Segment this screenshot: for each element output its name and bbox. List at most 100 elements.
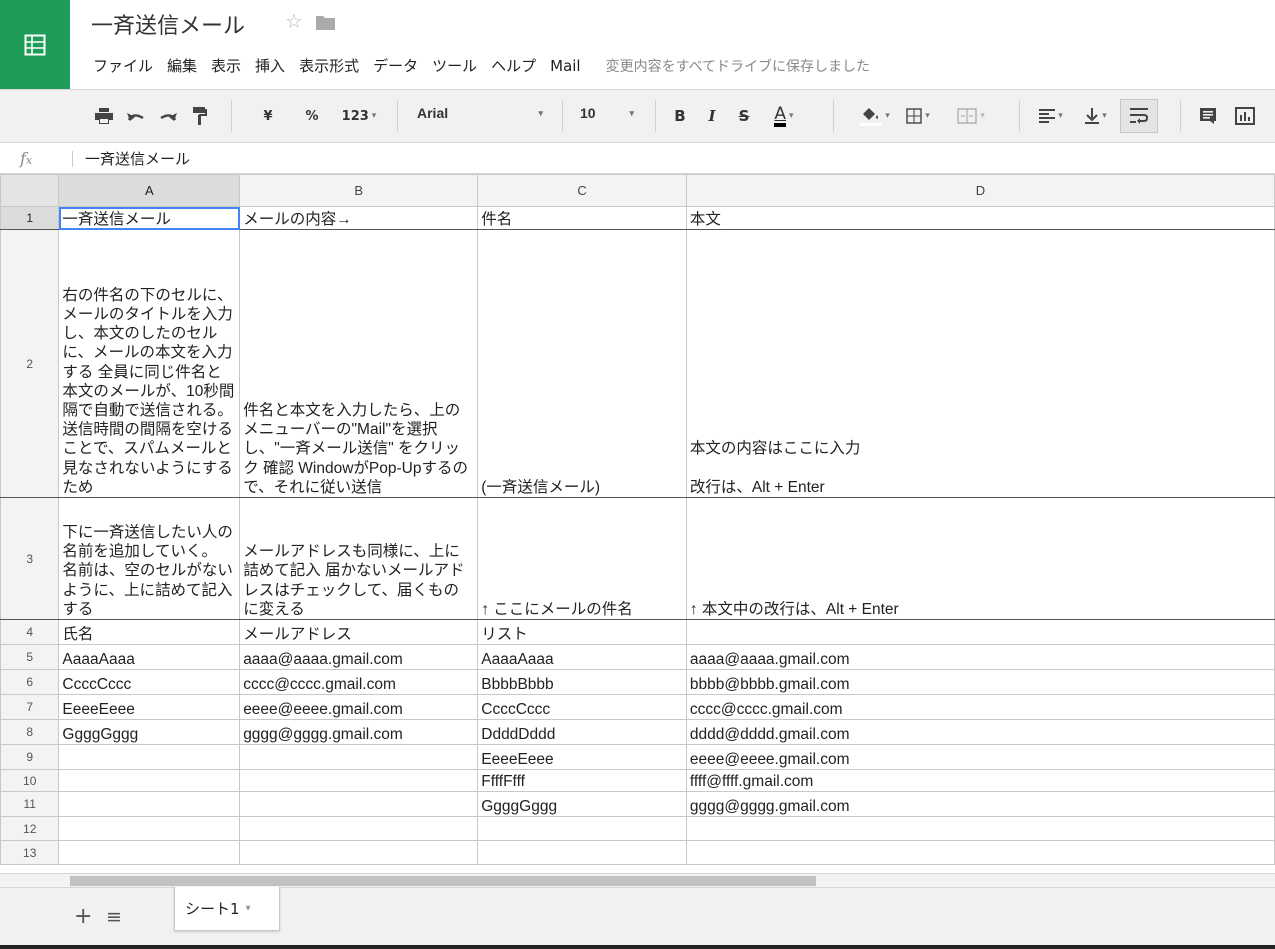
cell-b6[interactable]: cccc@cccc.gmail.com	[239, 669, 479, 695]
cell-d7[interactable]: cccc@cccc.gmail.com	[685, 694, 1275, 720]
menu-help[interactable]: ヘルプ	[484, 53, 543, 79]
cell-c11[interactable]: GgggGggg	[477, 791, 687, 817]
cell-c4[interactable]: リスト	[477, 619, 687, 645]
cell-d11[interactable]: gggg@gggg.gmail.com	[685, 791, 1275, 817]
cell-b8[interactable]: gggg@gggg.gmail.com	[239, 719, 479, 745]
cell-a5[interactable]: AaaaAaaa	[58, 644, 241, 670]
chevron-down-icon[interactable]: ▾	[246, 903, 251, 914]
percent-format-button[interactable]: %	[302, 90, 322, 142]
row-header[interactable]: 10	[0, 769, 60, 792]
all-sheets-menu-icon[interactable]: ≡	[106, 906, 122, 928]
cell-d1[interactable]: 本文	[685, 206, 1275, 230]
undo-icon[interactable]	[124, 90, 148, 142]
cell-c9[interactable]: EeeeEeee	[477, 744, 687, 770]
cell-b12[interactable]	[239, 816, 479, 841]
sheets-logo-icon[interactable]	[0, 0, 70, 89]
column-header-d[interactable]: D	[685, 174, 1275, 207]
cell-a2[interactable]: 右の件名の下のセルに、メールのタイトルを入力し、本文のしたのセルに、メールの本文…	[58, 229, 241, 498]
cell-a13[interactable]	[58, 840, 241, 865]
cell-d5[interactable]: aaaa@aaaa.gmail.com	[685, 644, 1275, 670]
menu-insert[interactable]: 挿入	[248, 53, 292, 79]
wrap-text-button[interactable]	[1120, 99, 1158, 133]
redo-icon[interactable]	[156, 90, 180, 142]
italic-button[interactable]: I	[702, 90, 722, 142]
currency-format-button[interactable]: ¥	[258, 90, 278, 142]
cell-d12[interactable]	[685, 816, 1275, 841]
paint-format-icon[interactable]	[188, 90, 212, 142]
cell-a6[interactable]: CcccCccc	[58, 669, 241, 695]
bold-button[interactable]: B	[670, 90, 690, 142]
insert-chart-icon[interactable]	[1230, 90, 1260, 142]
row-header[interactable]: 13	[0, 840, 60, 865]
cell-b13[interactable]	[239, 840, 479, 865]
row-header[interactable]: 5	[0, 644, 60, 670]
cell-b4[interactable]: メールアドレス	[239, 619, 479, 645]
row-header[interactable]: 2	[0, 229, 60, 498]
cell-a4[interactable]: 氏名	[58, 619, 241, 645]
menu-file[interactable]: ファイル	[86, 53, 160, 79]
cell-c10[interactable]: FfffFfff	[477, 769, 687, 792]
star-icon[interactable]: ☆	[285, 9, 303, 33]
cell-b7[interactable]: eeee@eeee.gmail.com	[239, 694, 479, 720]
cell-d4[interactable]	[685, 619, 1275, 645]
cell-b2[interactable]: 件名と本文を入力したら、上のメニューバーの"Mail"を選択し、"一斉メール送信…	[239, 229, 479, 498]
cell-a9[interactable]	[58, 744, 241, 770]
menu-view[interactable]: 表示	[204, 53, 248, 79]
horizontal-scrollbar[interactable]	[0, 873, 1275, 887]
borders-button[interactable]: ▾	[898, 90, 938, 142]
row-header[interactable]: 7	[0, 694, 60, 720]
menu-data[interactable]: データ	[366, 53, 425, 79]
font-size-select[interactable]: 10 ▾	[580, 105, 640, 127]
cell-c3[interactable]: ↑ ここにメールの件名	[477, 497, 687, 620]
column-header-a[interactable]: A	[58, 174, 241, 207]
cell-c1[interactable]: 件名	[477, 206, 687, 230]
cell-b10[interactable]	[239, 769, 479, 792]
insert-comment-icon[interactable]	[1196, 90, 1220, 142]
fill-color-button[interactable]: ▾	[852, 90, 898, 142]
sheet-tab[interactable]: シート1 ▾	[174, 887, 280, 931]
cell-a8[interactable]: GgggGggg	[58, 719, 241, 745]
cell-c13[interactable]	[477, 840, 687, 865]
font-family-select[interactable]: Arial ▾	[417, 105, 547, 127]
row-header[interactable]: 9	[0, 744, 60, 770]
cell-c5[interactable]: AaaaAaaa	[477, 644, 687, 670]
row-header[interactable]: 6	[0, 669, 60, 695]
menu-edit[interactable]: 編集	[160, 53, 204, 79]
cell-c7[interactable]: CcccCccc	[477, 694, 687, 720]
select-all-corner[interactable]	[0, 174, 60, 207]
column-header-c[interactable]: C	[477, 174, 687, 207]
menu-mail[interactable]: Mail	[543, 53, 587, 79]
cell-d8[interactable]: dddd@dddd.gmail.com	[685, 719, 1275, 745]
row-header[interactable]: 3	[0, 497, 60, 620]
row-header[interactable]: 4	[0, 619, 60, 645]
folder-icon[interactable]	[316, 15, 335, 30]
cell-b3[interactable]: メールアドレスも同様に、上に詰めて記入 届かないメールアドレスはチェックして、届…	[239, 497, 479, 620]
document-title[interactable]: 一斉送信メール	[91, 8, 245, 40]
menu-tools[interactable]: ツール	[425, 53, 484, 79]
column-header-b[interactable]: B	[239, 174, 479, 207]
cell-b11[interactable]	[239, 791, 479, 817]
cell-a3[interactable]: 下に一斉送信したい人の名前を追加していく。 名前は、空のセルがないように、上に詰…	[58, 497, 241, 620]
more-formats-button[interactable]: 123 ▾	[336, 90, 382, 142]
cell-d10[interactable]: ffff@ffff.gmail.com	[685, 769, 1275, 792]
menu-format[interactable]: 表示形式	[292, 53, 366, 79]
text-color-button[interactable]: A ▾	[764, 90, 804, 142]
horizontal-scrollbar-thumb[interactable]	[70, 876, 816, 886]
cell-c8[interactable]: DdddDddd	[477, 719, 687, 745]
cell-d3[interactable]: ↑ 本文中の改行は、Alt + Enter	[685, 497, 1275, 620]
cell-a1[interactable]: 一斉送信メール	[58, 206, 241, 230]
print-icon[interactable]	[92, 90, 116, 142]
merge-cells-button[interactable]: ▾	[946, 90, 996, 142]
cell-d9[interactable]: eeee@eeee.gmail.com	[685, 744, 1275, 770]
cell-b1[interactable]: メールの内容→	[239, 206, 479, 230]
row-header[interactable]: 11	[0, 791, 60, 817]
cell-d6[interactable]: bbbb@bbbb.gmail.com	[685, 669, 1275, 695]
cell-d2[interactable]: 本文の内容はここに入力 改行は、Alt + Enter	[685, 229, 1275, 498]
cell-b9[interactable]	[239, 744, 479, 770]
row-header[interactable]: 12	[0, 816, 60, 841]
add-sheet-button[interactable]: +	[74, 904, 92, 929]
cell-a10[interactable]	[58, 769, 241, 792]
cell-c6[interactable]: BbbbBbbb	[477, 669, 687, 695]
row-header[interactable]: 1	[0, 206, 60, 230]
cell-a11[interactable]	[58, 791, 241, 817]
